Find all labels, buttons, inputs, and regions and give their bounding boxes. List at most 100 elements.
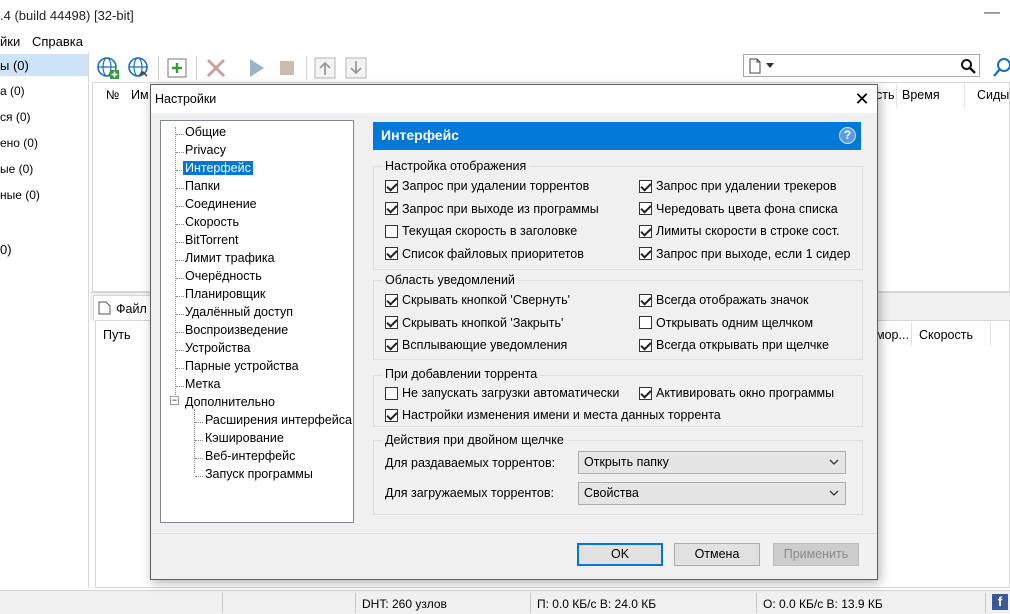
checkbox-always-show-icon[interactable]: Всегда отображать значок bbox=[639, 293, 809, 307]
tree-item-18[interactable]: Кэширование bbox=[205, 431, 284, 445]
checkbox-speed-limits-status[interactable]: Лимиты скорости в строке сост. bbox=[639, 224, 840, 238]
column-header-seeds[interactable]: Сиды bbox=[977, 88, 1009, 102]
checkbox-activate-window[interactable]: Активировать окно программы bbox=[639, 386, 834, 400]
tree-item-13[interactable]: Устройства bbox=[185, 341, 250, 355]
start-icon[interactable] bbox=[244, 56, 268, 80]
column-header-time[interactable]: Время bbox=[902, 88, 940, 102]
cancel-button[interactable]: Отмена bbox=[674, 543, 760, 566]
column-header-path[interactable]: Путь bbox=[103, 328, 130, 342]
tree-item-4[interactable]: Папки bbox=[185, 179, 220, 193]
sidebar-item-all[interactable]: ы (0) bbox=[0, 58, 29, 73]
checkbox-label: Скрывать кнопкой 'Свернуть' bbox=[402, 293, 571, 307]
tree-item-2[interactable]: Privacy bbox=[185, 143, 226, 157]
tree-item-16[interactable]: Дополнительно bbox=[185, 395, 275, 409]
move-up-icon[interactable] bbox=[313, 56, 337, 80]
menu-help[interactable]: Справка bbox=[32, 34, 83, 49]
status-download[interactable]: П: 0.0 КБ/с В: 24.0 КБ bbox=[537, 597, 656, 611]
tree-connector bbox=[176, 134, 184, 135]
column-header-name[interactable]: Им bbox=[131, 88, 149, 102]
menu-settings[interactable]: йки bbox=[0, 34, 20, 49]
remote-search-icon[interactable] bbox=[990, 56, 1010, 80]
tree-connector bbox=[176, 350, 184, 351]
tree-line bbox=[194, 409, 195, 473]
sidebar-item-completed[interactable]: ено (0) bbox=[0, 136, 38, 150]
tree-connector bbox=[176, 314, 184, 315]
tree-item-6[interactable]: Скорость bbox=[185, 215, 239, 229]
tree-item-11[interactable]: Удалённый доступ bbox=[185, 305, 293, 319]
tab-files[interactable]: Файл bbox=[93, 295, 153, 321]
checkbox-confirm-exit-seeder[interactable]: Запрос при выходе, если 1 сидер bbox=[639, 247, 850, 261]
checkbox-close-to-tray[interactable]: Скрывать кнопкой 'Закрыть' bbox=[385, 316, 563, 330]
sidebar-item-inactive[interactable]: ные (0) bbox=[0, 188, 40, 202]
sidebar-item-seeding[interactable]: ся (0) bbox=[0, 110, 31, 124]
tree-item-20[interactable]: Запуск программы bbox=[205, 467, 313, 481]
files-icon bbox=[98, 301, 111, 315]
checkbox-always-open-on-click[interactable]: Всегда открывать при щелчке bbox=[639, 338, 829, 352]
checkbox-label: Чередовать цвета фона списка bbox=[656, 201, 838, 216]
tree-item-3[interactable]: Интерфейс bbox=[183, 161, 253, 175]
sidebar-item-labels[interactable]: 0) bbox=[0, 242, 12, 257]
tree-item-15[interactable]: Метка bbox=[185, 377, 221, 391]
dialog-titlebar: Настройки ✕ bbox=[151, 85, 877, 113]
add-url-icon[interactable] bbox=[96, 56, 120, 80]
move-down-icon[interactable] bbox=[344, 56, 368, 80]
seeding-action-value: Открыть папку bbox=[584, 455, 669, 469]
checkbox-single-click-open[interactable]: Открывать одним щелчком bbox=[639, 316, 813, 330]
checkbox-box bbox=[639, 224, 652, 238]
tree-item-7[interactable]: BitTorrent bbox=[185, 233, 239, 247]
search-input[interactable] bbox=[743, 54, 980, 77]
column-header-partial[interactable]: мор... bbox=[876, 328, 909, 342]
checkbox-no-autostart[interactable]: Не запускать загрузки автоматически bbox=[385, 386, 619, 400]
tree-item-1[interactable]: Общие bbox=[185, 125, 226, 139]
close-icon[interactable]: ✕ bbox=[851, 88, 873, 110]
tree-item-14[interactable]: Парные устройства bbox=[185, 359, 299, 373]
tree-item-10[interactable]: Планировщик bbox=[185, 287, 265, 301]
checkbox-confirm-delete-trackers[interactable]: Запрос при удалении трекеров bbox=[639, 179, 836, 193]
apply-button[interactable]: Применить bbox=[773, 543, 859, 566]
tree-item-17[interactable]: Расширения интерфейса bbox=[205, 413, 352, 427]
status-upload[interactable]: О: 0.0 КБ/с В: 13.9 КБ bbox=[763, 597, 883, 611]
sidebar-item-active[interactable]: ые (0) bbox=[0, 162, 33, 176]
checkbox-label: Всегда открывать при щелчке bbox=[656, 338, 829, 352]
checkbox-balloon-notifications[interactable]: Всплывающие уведомления bbox=[385, 338, 567, 352]
checkbox-minimize-to-tray[interactable]: Скрывать кнопкой 'Свернуть' bbox=[385, 293, 570, 307]
tree-connector bbox=[176, 188, 184, 189]
toolbar-separator bbox=[158, 56, 159, 80]
checkbox-file-priorities[interactable]: Список файловых приоритетов bbox=[385, 247, 584, 261]
column-header-file-speed[interactable]: Скорость bbox=[919, 328, 973, 342]
page-title: Интерфейс bbox=[381, 127, 459, 143]
checkbox-alternate-row-colors[interactable]: Чередовать цвета фона списка bbox=[639, 202, 838, 216]
category-sidebar: ы (0) а (0) ся (0) ено (0) ые (0) ные (0… bbox=[0, 52, 89, 588]
remove-icon[interactable] bbox=[204, 56, 228, 80]
column-divider bbox=[911, 322, 912, 346]
stop-icon[interactable] bbox=[275, 56, 299, 80]
facebook-icon[interactable]: f bbox=[992, 594, 1008, 610]
tree-item-9[interactable]: Очерёдность bbox=[185, 269, 262, 283]
tree-item-19[interactable]: Веб-интерфейс bbox=[205, 449, 295, 463]
status-bar: DHT: 260 узлов П: 0.0 КБ/с В: 24.0 КБ О:… bbox=[0, 590, 1010, 614]
sidebar-item-downloading[interactable]: а (0) bbox=[0, 84, 25, 98]
status-dht[interactable]: DHT: 260 узлов bbox=[362, 597, 447, 611]
checkbox-confirm-exit[interactable]: Запрос при выходе из программы bbox=[385, 202, 599, 216]
help-icon[interactable]: ? bbox=[839, 127, 856, 144]
checkbox-speed-in-title[interactable]: Текущая скорость в заголовке bbox=[385, 224, 577, 238]
checkbox-label: Текущая скорость в заголовке bbox=[402, 224, 578, 238]
checkbox-rename-settings[interactable]: Настройки изменения имени и места данных… bbox=[385, 408, 721, 422]
column-header-speed[interactable]: сть bbox=[876, 88, 895, 102]
display-group-label: Настройка отображения bbox=[382, 159, 530, 173]
collapse-icon[interactable]: − bbox=[170, 396, 179, 405]
search-icon[interactable] bbox=[960, 58, 976, 74]
ok-button[interactable]: OK bbox=[577, 543, 663, 566]
tree-item-12[interactable]: Воспроизведение bbox=[185, 323, 288, 337]
checkbox-confirm-delete[interactable]: Запрос при удалении торрентов bbox=[385, 179, 589, 193]
add-torrent-icon[interactable] bbox=[165, 56, 189, 80]
downloading-action-select[interactable]: Свойства bbox=[578, 482, 846, 505]
minimize-button[interactable]: — bbox=[982, 4, 1002, 24]
column-header-number[interactable]: № bbox=[106, 88, 119, 102]
tree-item-8[interactable]: Лимит трафика bbox=[185, 251, 275, 265]
add-group-label: При добавлении торрента bbox=[382, 367, 541, 381]
seeding-action-select[interactable]: Открыть папку bbox=[578, 451, 846, 474]
tree-item-5[interactable]: Соединение bbox=[185, 197, 257, 211]
chevron-down-icon[interactable] bbox=[766, 63, 774, 69]
create-torrent-icon[interactable] bbox=[127, 56, 151, 80]
